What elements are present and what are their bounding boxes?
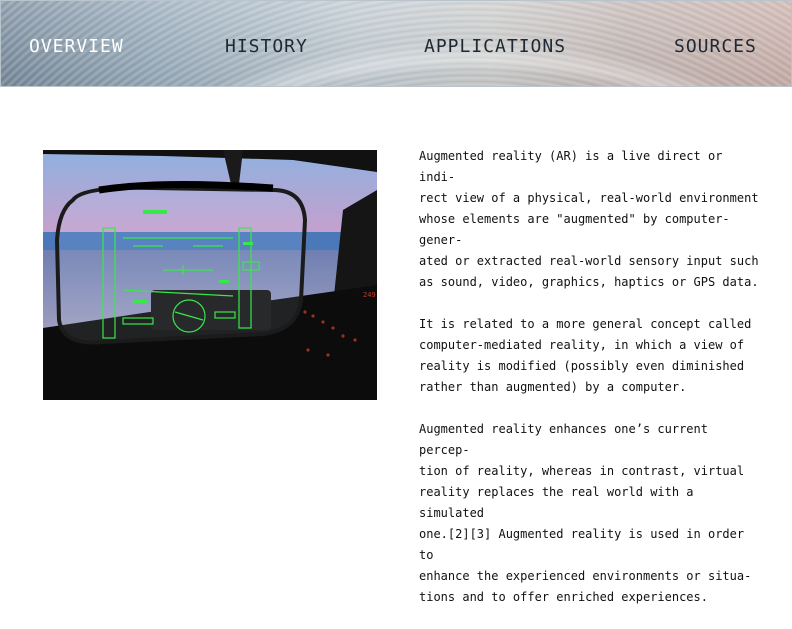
top-navigation-bar: OVERVIEW HISTORY APPLICATIONS SOURCES (0, 0, 792, 87)
cockpit-hud-image: 249 (43, 150, 377, 400)
nav-item-applications[interactable]: APPLICATIONS (424, 36, 566, 57)
nav-item-overview[interactable]: OVERVIEW (29, 36, 124, 57)
article-paragraph: Augmented reality (AR) is a live direct … (419, 149, 759, 289)
hud-readout-249: 249 (363, 291, 376, 299)
article-paragraph: Augmented reality enhances one’s current… (419, 422, 752, 604)
nav-item-history[interactable]: HISTORY (225, 36, 308, 57)
nav-item-sources[interactable]: SOURCES (674, 36, 757, 57)
article-paragraph: It is related to a more general concept … (419, 317, 752, 394)
article-body: Augmented reality (AR) is a live direct … (419, 146, 759, 629)
